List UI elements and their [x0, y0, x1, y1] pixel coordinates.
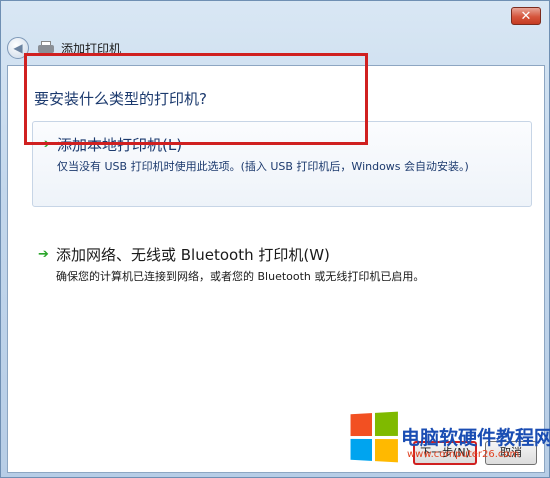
- highlight-annotation: [24, 53, 368, 145]
- close-button[interactable]: ✕: [511, 7, 541, 25]
- watermark: 电脑软硬件教程网 www.computer26.com: [341, 407, 550, 471]
- watermark-text: 电脑软硬件教程网: [401, 427, 550, 449]
- green-arrow-icon: ➔: [38, 247, 49, 262]
- option-description: 仅当没有 USB 打印机时使用此选项。(插入 USB 打印机后，Windows …: [57, 160, 469, 173]
- option-title: 添加网络、无线或 Bluetooth 打印机(W): [56, 246, 330, 264]
- watermark-url: www.computer26.com: [407, 449, 520, 460]
- option-description: 确保您的计算机已连接到网络，或者您的 Bluetooth 或无线打印机已启用。: [56, 270, 425, 283]
- back-arrow-icon: ◀: [13, 41, 23, 55]
- window-frame: ✕ ◀ 添加打印机 要安装什么类型的打印机? ➔ 添加本地打印机(L) 仅当没有…: [0, 0, 550, 478]
- windows-logo-icon: [350, 411, 398, 463]
- add-network-printer-option[interactable]: ➔ 添加网络、无线或 Bluetooth 打印机(W) 确保您的计算机已连接到网…: [32, 232, 532, 318]
